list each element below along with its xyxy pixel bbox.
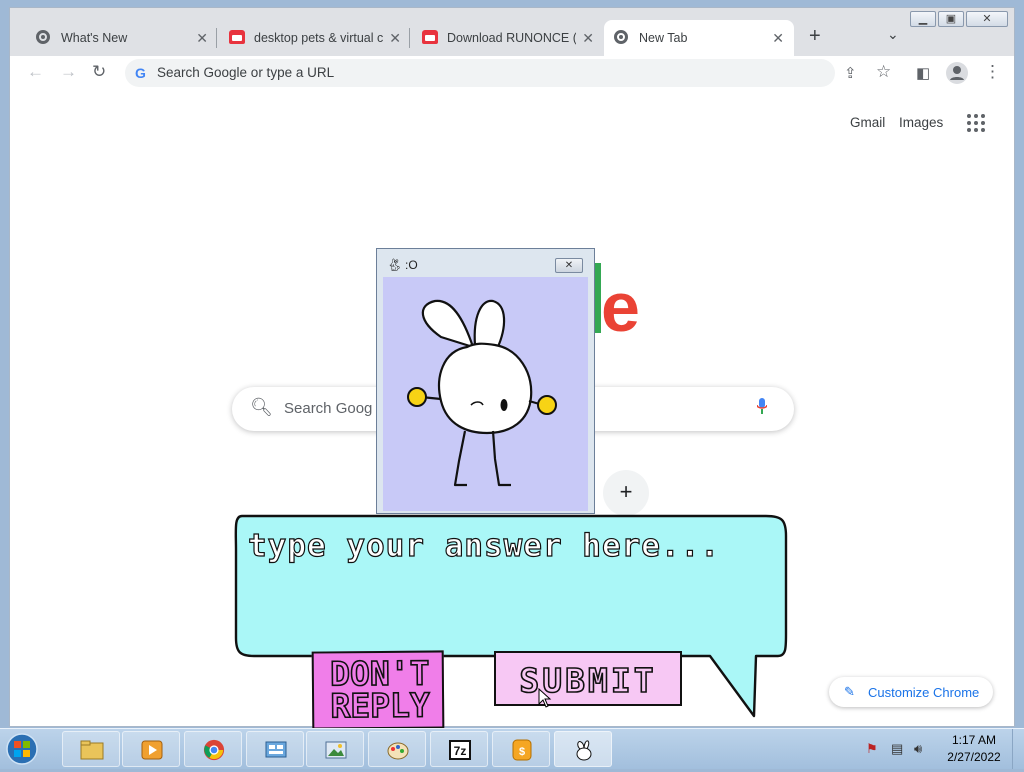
bunny-pet-icon[interactable] [554,731,612,767]
chrome-icon[interactable] [184,731,242,767]
network-icon[interactable]: ▤ [891,741,903,757]
maximize-button[interactable]: ▣ [938,11,964,27]
gmail-link[interactable]: Gmail [850,115,885,130]
tab-close-icon[interactable]: ✕ [196,30,208,47]
submit-button[interactable]: SUBMIT [494,651,682,706]
back-arrow-icon[interactable]: ← [27,62,44,82]
show-desktop-button[interactable] [1012,729,1024,769]
control-panel-icon[interactable] [246,731,304,767]
toolbar: ← → ↻ G Search Google or type a URL ⇪ ☆ … [10,56,1014,91]
volume-icon[interactable]: 🔊︎ [914,741,922,757]
pet-window: 🐇︎ :O ✕ [376,248,595,514]
pencil-icon: ✎ [844,684,855,699]
windows-orb-icon [6,733,38,765]
itch-icon [422,30,438,46]
tab-label: Download RUNONCE (n [447,31,577,45]
chrome-icon [614,30,630,46]
tab-desktop-pets[interactable]: desktop pets & virtual c ✕ [219,20,411,56]
pet-close-button[interactable]: ✕ [555,258,583,273]
bookmark-star-icon[interactable]: ☆ [876,62,891,82]
tab-close-icon[interactable]: ✕ [772,30,784,47]
clock-time: 1:17 AM [951,733,997,747]
media-player-icon[interactable] [122,731,180,767]
tab-label: New Tab [639,31,688,45]
clock-date: 2/27/2022 [947,750,1001,764]
network-error-icon[interactable]: ⚑ [866,741,878,757]
svg-text:7z: 7z [454,744,467,758]
microphone-icon[interactable] [757,398,767,414]
dont-reply-button[interactable]: DON'T REPLY [311,650,445,730]
close-window-button[interactable]: ✕ [966,11,1008,27]
google-logo-e: e [601,268,640,346]
pet-canvas [383,277,588,511]
images-link[interactable]: Images [899,115,943,130]
tab-label: desktop pets & virtual c [254,31,384,45]
reload-icon[interactable]: ↻ [92,62,106,82]
mouse-cursor-icon [538,688,552,708]
answer-input[interactable]: type your answer here... [247,527,720,564]
bunny-character[interactable] [383,277,588,511]
tab-close-icon[interactable]: ✕ [582,30,594,47]
tab-search-chevron-icon[interactable]: ⌄ [887,26,899,43]
window-controls: ▁ ▣ ✕ [908,11,1008,27]
search-icon: 🔍︎ [250,397,273,417]
minimize-button[interactable]: ▁ [910,11,936,27]
itch-icon [229,30,245,46]
side-panel-icon[interactable]: ◧ [916,64,930,82]
share-icon[interactable]: ⇪ [844,64,857,82]
customize-label: Customize Chrome [868,685,980,700]
bunny-icon: 🐇︎ [387,258,403,272]
new-tab-button[interactable]: + [809,25,821,48]
chrome-icon [36,30,52,46]
taskbar: 7z $ ⚑ ▤ 🔊︎ 1:17 AM 2/27/2022 [0,728,1024,769]
photo-viewer-icon[interactable] [306,731,364,767]
7zip-icon[interactable]: 7z [430,731,488,767]
omnibox-placeholder: Search Google or type a URL [157,65,335,80]
search-placeholder: Search Goog [284,400,373,417]
start-button[interactable] [4,731,44,767]
paint-icon[interactable] [368,731,426,767]
profile-avatar-icon[interactable] [946,62,968,84]
google-g-icon: G [135,65,146,81]
file-explorer-icon[interactable] [62,731,120,767]
pet-window-title: :O [405,258,418,272]
tab-whats-new[interactable]: What's New ✕ [26,20,218,56]
tab-close-icon[interactable]: ✕ [389,30,401,47]
dont-reply-line-2: REPLY [329,685,430,726]
tab-new-tab[interactable]: New Tab ✕ [604,20,794,56]
tab-label: What's New [61,31,128,45]
tab-download-runonce[interactable]: Download RUNONCE (n ✕ [412,20,604,56]
apps-grid-icon[interactable] [967,114,985,132]
omnibox[interactable]: G Search Google or type a URL [125,59,835,87]
svg-text:$: $ [519,746,525,758]
system-clock[interactable]: 1:17 AM 2/27/2022 [944,732,1004,766]
submit-label: SUBMIT [519,660,657,701]
customize-chrome-button[interactable]: ✎ Customize Chrome [829,677,993,707]
kebab-menu-icon[interactable]: ⋮ [984,62,1001,82]
itch-app-icon[interactable]: $ [492,731,550,767]
forward-arrow-icon[interactable]: → [60,62,77,82]
